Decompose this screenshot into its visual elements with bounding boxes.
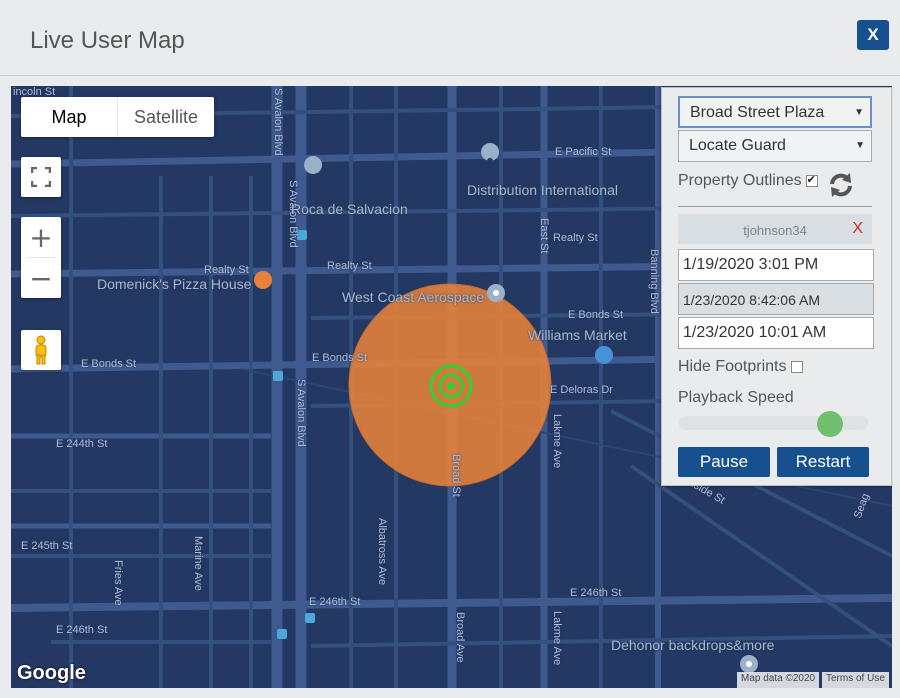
street-label: Realty St <box>327 260 372 272</box>
street-label: E Bonds St <box>568 309 624 321</box>
tracked-username: tjohnson34 <box>743 223 807 238</box>
street-label: Broad Ave <box>454 612 466 663</box>
property-outlines-label: Property Outlines <box>678 172 802 189</box>
refresh-icon <box>830 173 852 197</box>
restart-button[interactable]: Restart <box>777 447 869 477</box>
hide-footprints-row: Hide Footprints <box>678 358 803 376</box>
refresh-button[interactable] <box>826 170 856 200</box>
poi-label: Dehonor backdrops&more <box>611 637 775 653</box>
hide-footprints-label: Hide Footprints <box>678 358 787 375</box>
chevron-down-icon: ▼ <box>855 140 865 151</box>
fullscreen-button[interactable] <box>21 157 61 197</box>
street-label: Realty St <box>553 232 598 244</box>
property-select-value: Broad Street Plaza <box>690 104 825 121</box>
street-label: S Avalon Blvd <box>272 88 284 156</box>
tracking-panel: Broad Street Plaza ▼ Locate Guard ▼ Prop… <box>661 87 892 486</box>
pegman-icon <box>35 335 47 365</box>
street-label: E 244th St <box>56 438 108 450</box>
hide-footprints-checkbox[interactable] <box>790 361 803 373</box>
street-label: E Deloras Dr <box>550 384 613 396</box>
street-label: Albatross Ave <box>376 518 388 586</box>
playback-speed-label: Playback Speed <box>678 389 794 406</box>
playback-speed-slider[interactable] <box>678 411 868 437</box>
poi-label: Roca de Salvacion <box>291 201 408 217</box>
chevron-down-icon: ▼ <box>854 107 864 118</box>
zoom-out-button[interactable]: − <box>21 258 61 298</box>
terms-of-use-link[interactable]: Terms of Use <box>822 672 889 688</box>
street-label: E 246th St <box>570 587 622 599</box>
tracked-user-row: tjohnson34 X <box>678 214 872 244</box>
start-time-field[interactable]: 1/19/2020 3:01 PM <box>678 249 874 281</box>
street-label: E 246th St <box>309 596 361 608</box>
google-logo: Google <box>17 662 86 684</box>
fullscreen-icon <box>31 167 51 187</box>
property-outlines-row: Property Outlines <box>678 172 818 190</box>
zoom-control: + − <box>21 217 61 298</box>
poi-label: Distribution International <box>467 182 618 198</box>
panel-divider <box>678 206 872 207</box>
street-label: Realty St <box>204 264 249 276</box>
live-user-map-modal: Live User Map X incoln St S Avalon Blvd … <box>0 0 900 698</box>
street-label: E Pacific St <box>555 146 612 158</box>
street-label: Broad St <box>450 454 462 497</box>
street-label: Fries Ave <box>112 560 124 606</box>
remove-user-button[interactable]: X <box>852 220 863 238</box>
map-view-button[interactable]: Map <box>21 97 118 137</box>
property-outlines-checkbox[interactable] <box>805 173 818 187</box>
modal-header: Live User Map X <box>0 0 900 76</box>
property-select[interactable]: Broad Street Plaza ▼ <box>678 96 872 128</box>
map-attribution: Map data ©2020 <box>737 672 820 688</box>
street-label: Lakme Ave <box>551 611 563 666</box>
poi-label: Williams Market <box>528 327 627 343</box>
street-label: Marine Ave <box>192 536 204 591</box>
pause-button[interactable]: Pause <box>678 447 770 477</box>
street-label: East St <box>538 218 550 254</box>
street-label: E Bonds St <box>312 352 368 364</box>
action-select[interactable]: Locate Guard ▼ <box>678 130 872 162</box>
map-type-control: Map Satellite <box>21 97 214 137</box>
street-label: Banning Blvd <box>648 249 660 314</box>
poi-label: West Coast Aerospace <box>342 289 485 305</box>
street-label: S Avalon Blvd <box>295 379 307 447</box>
street-label: E 246th St <box>56 624 108 636</box>
zoom-in-button[interactable]: + <box>21 217 61 257</box>
street-label: E Bonds St <box>81 358 137 370</box>
current-time-display: 1/23/2020 8:42:06 AM <box>678 283 874 315</box>
street-view-pegman[interactable] <box>21 330 61 370</box>
street-label: Lakme Ave <box>551 414 563 469</box>
action-select-value: Locate Guard <box>689 137 786 154</box>
street-label: E 245th St <box>21 540 73 552</box>
modal-title: Live User Map <box>30 27 185 54</box>
end-time-field[interactable]: 1/23/2020 10:01 AM <box>678 317 874 349</box>
satellite-view-button[interactable]: Satellite <box>118 97 214 137</box>
slider-thumb[interactable] <box>817 411 843 437</box>
poi-label: Domenick's Pizza House <box>97 276 252 292</box>
close-button[interactable]: X <box>857 20 889 50</box>
